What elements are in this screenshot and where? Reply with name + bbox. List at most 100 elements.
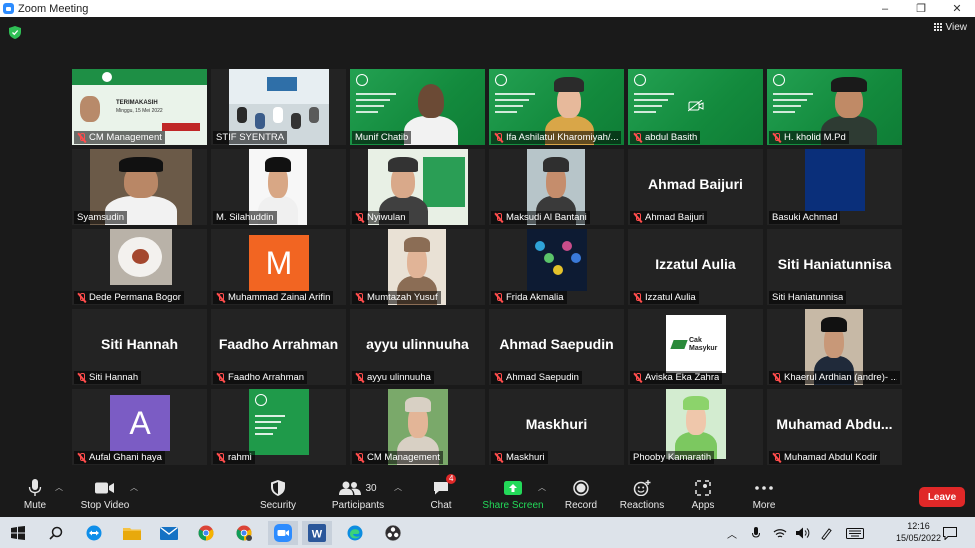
slide-text-line bbox=[634, 111, 656, 113]
apps-button[interactable]: Apps bbox=[668, 476, 738, 511]
tray-mic-icon[interactable] bbox=[748, 521, 764, 545]
video-camera-icon bbox=[95, 482, 114, 494]
share-options-caret[interactable]: ︿ bbox=[538, 482, 546, 493]
institution-logo bbox=[495, 74, 507, 86]
participant-name-label: Munif Chatib bbox=[352, 131, 412, 144]
participant-tile[interactable]: Nyiwulan bbox=[350, 149, 485, 225]
wifi-icon[interactable] bbox=[772, 521, 788, 545]
participant-name: Ahmad Baijuri bbox=[645, 212, 705, 223]
food-image bbox=[132, 249, 149, 264]
participants-icon bbox=[339, 481, 362, 495]
participant-tile[interactable]: H. kholid M.Pd bbox=[767, 69, 902, 145]
close-button[interactable]: ✕ bbox=[939, 0, 975, 17]
grid-view-icon bbox=[933, 23, 943, 32]
gallery-view: View TERIMAKASIH Minggu, 15 Mei 2022 CM Ma… bbox=[0, 17, 975, 473]
participant-tile[interactable]: rahmi bbox=[211, 389, 346, 465]
muted-mic-icon bbox=[355, 292, 364, 303]
muted-mic-icon bbox=[216, 372, 225, 383]
security-button[interactable]: Security bbox=[243, 476, 313, 511]
participant-tile[interactable]: STIF SYENTRA bbox=[211, 69, 346, 145]
view-button[interactable]: View bbox=[933, 22, 967, 33]
participant-tile[interactable]: Maskhuri Maskhuri bbox=[489, 389, 624, 465]
word-icon[interactable]: W bbox=[302, 521, 332, 545]
participant-name-label: rahmi bbox=[213, 451, 255, 464]
chat-button[interactable]: 4 Chat bbox=[406, 474, 476, 511]
reactions-button[interactable]: Reactions bbox=[607, 476, 677, 511]
participant-tile[interactable]: Muhamad Abdu... Muhamad Abdul Kodir bbox=[767, 389, 902, 465]
participant-avatar: Cak Masykur bbox=[666, 315, 726, 373]
taskbar-clock[interactable]: 12:16 15/05/2022 bbox=[896, 520, 941, 544]
pen-icon[interactable] bbox=[818, 521, 834, 545]
video-options-caret[interactable]: ︿ bbox=[130, 482, 138, 493]
chrome-icon[interactable] bbox=[194, 521, 218, 545]
person-headwear bbox=[831, 76, 867, 92]
participant-tile[interactable]: abdul Basith bbox=[628, 69, 763, 145]
participant-tile[interactable]: Dede Permana Bogor bbox=[72, 229, 207, 305]
minimize-button[interactable]: – bbox=[867, 0, 903, 17]
clock-date: 15/05/2022 bbox=[895, 533, 941, 543]
participant-tile[interactable]: A Aufal Ghani haya bbox=[72, 389, 207, 465]
participant-tile[interactable]: CM Management bbox=[350, 389, 485, 465]
participant-tile[interactable]: TERIMAKASIH Minggu, 15 Mei 2022 CM Managem… bbox=[72, 69, 207, 145]
record-button[interactable]: Record bbox=[546, 476, 616, 511]
slide-title: TERIMAKASIH bbox=[116, 100, 158, 106]
participant-tile[interactable]: Munif Chatib bbox=[350, 69, 485, 145]
search-icon[interactable] bbox=[44, 521, 68, 545]
participant-display-name: Muhamad Abdu... bbox=[776, 416, 893, 432]
encryption-shield-icon[interactable] bbox=[9, 26, 21, 39]
participant-tile[interactable]: Phooby Kamaratih bbox=[628, 389, 763, 465]
participants-options-caret[interactable]: ︿ bbox=[394, 482, 402, 493]
teamviewer-icon[interactable] bbox=[82, 521, 106, 545]
tray-chevron-icon[interactable]: ︿ bbox=[724, 521, 740, 545]
muted-mic-icon bbox=[355, 452, 364, 463]
windows-start-icon[interactable] bbox=[6, 521, 30, 545]
chrome-profile-icon[interactable] bbox=[232, 521, 256, 545]
participant-name: H. kholid M.Pd bbox=[784, 132, 846, 143]
participant-name-label: Faadho Arrahman bbox=[213, 371, 308, 384]
participant-tile[interactable]: Basuki Achmad bbox=[767, 149, 902, 225]
participants-button[interactable]: 30 Participants bbox=[323, 476, 393, 511]
participant-tile[interactable]: Siti Haniatunnisa Siti Haniatunnisa bbox=[767, 229, 902, 305]
edge-icon[interactable] bbox=[343, 521, 367, 545]
participant-tile[interactable]: Ifa Ashilatul Kharomiyah/... bbox=[489, 69, 624, 145]
participant-tile[interactable]: M Muhammad Zainal Arifin bbox=[211, 229, 346, 305]
volume-icon[interactable] bbox=[795, 521, 811, 545]
person-headwear bbox=[387, 156, 419, 172]
participant-name-label: Phooby Kamaratih bbox=[630, 451, 715, 464]
notifications-icon[interactable] bbox=[940, 521, 960, 545]
more-button[interactable]: More bbox=[729, 476, 799, 511]
participant-name-label: M. Silahuddin bbox=[213, 211, 277, 224]
keyboard-icon[interactable] bbox=[843, 521, 867, 545]
slide-text-line bbox=[356, 105, 384, 107]
participant-display-name: Siti Haniatunnisa bbox=[777, 256, 892, 272]
participant-name-label: STIF SYENTRA bbox=[213, 131, 288, 144]
apps-icon bbox=[695, 480, 711, 496]
participant-name: CM Management bbox=[367, 452, 440, 463]
participant-tile[interactable]: Cak Masykur Aviska Eka Zahra bbox=[628, 309, 763, 385]
participant-tile[interactable]: Maksudi Al Bantani bbox=[489, 149, 624, 225]
file-explorer-icon[interactable] bbox=[120, 521, 144, 545]
slide-header bbox=[72, 69, 207, 85]
avatar-shape bbox=[562, 241, 572, 251]
muted-mic-icon bbox=[77, 132, 86, 143]
participant-tile[interactable]: Mumtazah Yusuf bbox=[350, 229, 485, 305]
leave-button[interactable]: Leave bbox=[919, 487, 965, 507]
participant-tile[interactable]: M. Silahuddin bbox=[211, 149, 346, 225]
participant-tile[interactable]: Siti Hannah Siti Hannah bbox=[72, 309, 207, 385]
participant-tile[interactable]: ayyu ulinnuuha ayyu ulinnuuha bbox=[350, 309, 485, 385]
participant-tile[interactable]: Syamsudin bbox=[72, 149, 207, 225]
audio-options-caret[interactable]: ︿ bbox=[55, 482, 63, 493]
participant-tile[interactable]: Ahmad Saepudin Ahmad Saepudin bbox=[489, 309, 624, 385]
muted-mic-icon bbox=[772, 372, 781, 383]
participant-tile[interactable]: Ahmad Baijuri Ahmad Baijuri bbox=[628, 149, 763, 225]
participant-tile[interactable]: Faadho Arrahman Faadho Arrahman bbox=[211, 309, 346, 385]
slide-text-line bbox=[634, 93, 674, 95]
obs-icon[interactable] bbox=[381, 521, 405, 545]
participant-tile[interactable]: Izzatul Aulia Izzatul Aulia bbox=[628, 229, 763, 305]
presentation-slide bbox=[249, 389, 309, 455]
zoom-taskbar-icon[interactable] bbox=[268, 521, 298, 545]
mail-icon[interactable] bbox=[157, 521, 181, 545]
participant-tile[interactable]: Frida Akmalia bbox=[489, 229, 624, 305]
maximize-button[interactable]: ❐ bbox=[903, 0, 939, 17]
participant-tile[interactable]: Khaerul Ardhian (andre)- ... bbox=[767, 309, 902, 385]
